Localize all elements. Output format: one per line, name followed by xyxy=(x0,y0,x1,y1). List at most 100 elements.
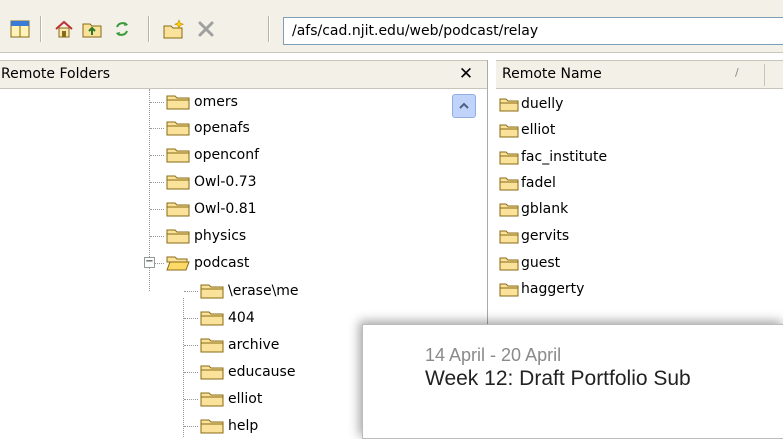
tree-item-label: openafs xyxy=(194,120,250,136)
folder-icon xyxy=(499,203,519,217)
panel-title: Remote Folders xyxy=(1,66,111,82)
sort-indicator-icon: / xyxy=(735,66,739,79)
chevron-up-icon xyxy=(459,102,469,109)
tree-item-label: podcast xyxy=(194,255,250,271)
tree-item[interactable]: archive xyxy=(200,332,279,358)
tree-line xyxy=(184,345,198,347)
folder-icon xyxy=(499,257,519,271)
tree-item-label: Owl-0.81 xyxy=(194,201,257,217)
folder-icon xyxy=(166,120,190,136)
remote-folders-header: Remote Folders ✕ xyxy=(0,60,487,89)
tree-item[interactable]: Owl-0.73 xyxy=(166,169,257,195)
tree-item-label: help xyxy=(228,418,259,434)
column-divider[interactable] xyxy=(764,64,765,86)
folder-icon xyxy=(200,364,224,380)
tree-item-label: openconf xyxy=(194,147,260,163)
calendar-week-card: 14 April - 20 April Week 12: Draft Portf… xyxy=(362,324,783,439)
folder-icon xyxy=(499,151,519,165)
toolbar-separator xyxy=(40,16,42,42)
folder-icon xyxy=(166,228,190,244)
new-folder-icon[interactable] xyxy=(162,17,186,41)
list-item-label: duelly xyxy=(521,96,564,112)
tree-item-label: elliot xyxy=(228,391,263,407)
open-folder-icon xyxy=(166,255,190,271)
week-title-link[interactable]: Week 12: Draft Portfolio Sub xyxy=(425,367,691,391)
refresh-icon[interactable] xyxy=(110,17,134,41)
list-item[interactable]: guest xyxy=(499,251,560,275)
tree-line xyxy=(184,399,198,401)
tree-line xyxy=(184,318,198,320)
tree-line xyxy=(184,426,198,428)
tree-item[interactable]: physics xyxy=(166,223,246,249)
list-item-label: haggerty xyxy=(521,281,585,297)
scroll-up-button[interactable] xyxy=(452,94,476,118)
tree-item[interactable]: Owl-0.81 xyxy=(166,196,257,222)
folder-icon xyxy=(499,230,519,244)
close-icon[interactable]: ✕ xyxy=(456,64,476,84)
tree-line xyxy=(150,128,164,130)
tree-line xyxy=(150,236,164,238)
panes-icon[interactable] xyxy=(8,17,32,41)
tree-item[interactable]: openconf xyxy=(166,142,259,168)
folder-icon xyxy=(166,174,190,190)
tree-item-label: Owl-0.73 xyxy=(194,174,257,190)
list-item-label: gervits xyxy=(521,228,570,244)
list-item-label: guest xyxy=(521,255,561,271)
folder-icon xyxy=(200,418,224,434)
column-header-remote-name[interactable]: Remote Name / xyxy=(496,60,783,89)
tree-item-label: omers xyxy=(194,94,238,110)
collapse-toggle[interactable]: − xyxy=(144,257,155,268)
list-item[interactable]: haggerty xyxy=(499,277,584,301)
tree-item-label: 404 xyxy=(228,310,255,326)
week-date-range: 14 April - 20 April xyxy=(425,345,562,365)
folder-icon xyxy=(499,98,519,112)
folder-icon xyxy=(166,147,190,163)
column-header-label: Remote Name xyxy=(502,66,602,82)
delete-icon[interactable] xyxy=(194,17,218,41)
tree-item[interactable]: omers xyxy=(166,89,238,115)
list-item[interactable]: gblank xyxy=(499,197,568,221)
folder-icon xyxy=(499,283,519,297)
folder-icon xyxy=(200,337,224,353)
toolbar-separator xyxy=(268,16,270,42)
folder-icon xyxy=(166,94,190,110)
tree-item-label: archive xyxy=(228,337,280,353)
home-icon[interactable] xyxy=(52,17,76,41)
folder-icon xyxy=(166,201,190,217)
tree-item-label: physics xyxy=(194,228,247,244)
folder-icon xyxy=(200,310,224,326)
tree-line xyxy=(184,372,198,374)
toolbar: /afs/cad.njit.edu/web/podcast/relay xyxy=(0,0,783,53)
tree-line xyxy=(155,263,164,265)
list-item[interactable]: duelly xyxy=(499,92,563,116)
tree-item-label: educause xyxy=(228,364,296,380)
tree-line xyxy=(184,291,198,293)
tree-item[interactable]: 404 xyxy=(200,305,255,331)
tree-item[interactable]: openafs xyxy=(166,115,250,141)
tree-line xyxy=(150,209,164,211)
tree-line xyxy=(150,182,164,184)
tree-item[interactable]: help xyxy=(200,413,258,439)
tree-item-label: \erase\me xyxy=(228,283,299,299)
tree-item[interactable]: \erase\me xyxy=(200,278,299,304)
folder-icon xyxy=(200,283,224,299)
toolbar-separator xyxy=(148,16,150,42)
tree-item-podcast[interactable]: podcast xyxy=(166,250,249,276)
folder-icon xyxy=(200,391,224,407)
path-input[interactable]: /afs/cad.njit.edu/web/podcast/relay xyxy=(283,17,783,45)
folder-icon xyxy=(499,124,519,138)
tree-item[interactable]: educause xyxy=(200,359,295,385)
tree-line xyxy=(150,102,164,104)
list-item[interactable]: gervits xyxy=(499,224,569,248)
list-item[interactable]: fac_institute xyxy=(499,145,607,169)
tree-item[interactable]: elliot xyxy=(200,386,262,412)
list-item[interactable]: fadel xyxy=(499,171,556,195)
folder-icon xyxy=(499,177,519,191)
list-item-label: elliot xyxy=(521,122,556,138)
list-item-label: fadel xyxy=(521,175,556,191)
up-folder-icon[interactable] xyxy=(80,17,104,41)
list-item[interactable]: elliot xyxy=(499,118,555,142)
list-item-label: gblank xyxy=(521,201,569,217)
tree-line xyxy=(150,155,164,157)
list-item-label: fac_institute xyxy=(521,149,608,165)
